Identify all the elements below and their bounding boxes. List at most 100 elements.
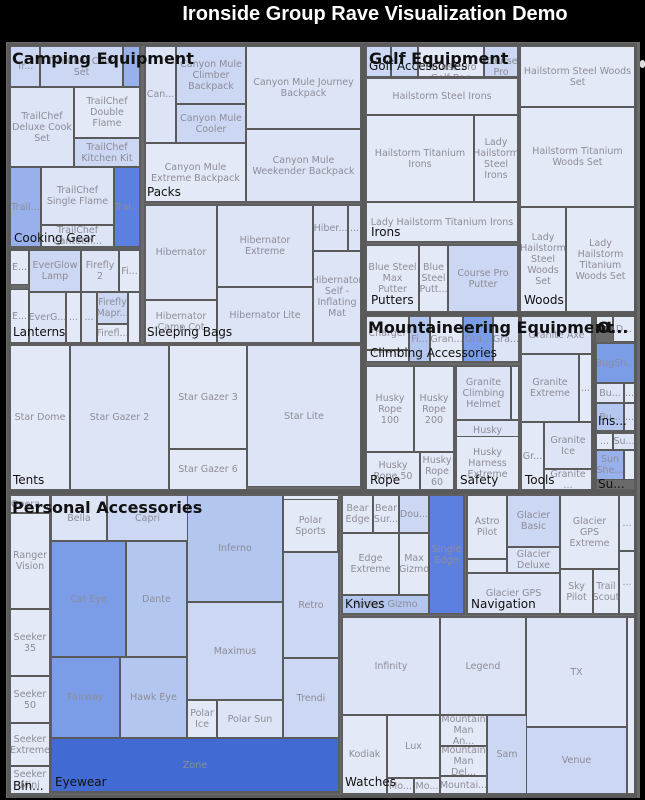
- treemap-cell-bu[interactable]: Bu...: [596, 383, 624, 403]
- treemap-cell-maximus[interactable]: Maximus: [187, 602, 283, 700]
- treemap-cell-granite-axe[interactable]: Granite Axe: [521, 316, 592, 354]
- treemap-cell-glacier-basic[interactable]: Glacier Basic: [507, 495, 560, 547]
- treemap-cell-bear-edge[interactable]: Bear Edge: [342, 495, 373, 533]
- treemap-cell-hibernator[interactable]: Hibernator: [145, 205, 217, 300]
- treemap-cell-canyon-mule-cooler[interactable]: Canyon Mule Cooler: [176, 104, 246, 143]
- treemap-cell-star-dome[interactable]: Star Dome: [10, 345, 70, 490]
- treemap-cell-trailchef-kitchen-kit[interactable]: TrailChef Kitchen Kit: [74, 138, 140, 167]
- treemap-cell-trail[interactable]: Trail...: [10, 167, 41, 247]
- treemap-cell-hailstorm-titanium-irons[interactable]: Hailstorm Titanium Irons: [366, 115, 474, 202]
- treemap-cell-seeker-extreme[interactable]: Seeker Extreme: [10, 723, 50, 766]
- treemap-cell-polar-sports[interactable]: Polar Sports: [283, 499, 338, 552]
- treemap-cell-blank[interactable]: [467, 559, 507, 573]
- treemap-cell-everglow-lamp[interactable]: EverGlow Lamp: [29, 250, 81, 292]
- treemap-cell-fi[interactable]: Fi...: [119, 250, 140, 292]
- treemap-cell-infinity[interactable]: Infinity: [342, 617, 440, 715]
- treemap-cell-gr[interactable]: Gr...: [521, 422, 544, 490]
- treemap-cell-lux[interactable]: Lux: [387, 715, 440, 778]
- treemap-cell-granite[interactable]: Granite ...: [544, 469, 592, 490]
- treemap-cell-hibernator-lite[interactable]: Hibernator Lite: [217, 287, 313, 343]
- treemap-cell-hailstorm-steel-woods-set[interactable]: Hailstorm Steel Woods Set: [520, 46, 635, 107]
- treemap-cell-star-gazer-2[interactable]: Star Gazer 2: [70, 345, 169, 490]
- treemap-cell-star-lite[interactable]: Star Lite: [247, 345, 361, 487]
- treemap-cell-lady-hailstorm-steel-irons[interactable]: Lady Hailstorm Steel Irons: [474, 115, 518, 202]
- treemap-cell-mo[interactable]: Mo...: [414, 778, 440, 794]
- treemap-cell-trailchef-canteen[interactable]: TrailChef Canteen...: [41, 225, 114, 247]
- treemap-cell-husky-harness-extreme[interactable]: Husky Harness Extreme: [456, 436, 519, 490]
- treemap-cell-gra[interactable]: Gra...: [493, 316, 519, 362]
- treemap-cell-hailstorm-steel-irons[interactable]: Hailstorm Steel Irons: [366, 78, 518, 115]
- treemap-cell-blank[interactable]: ...: [624, 383, 635, 403]
- treemap-cell-mountain-man-del[interactable]: Mountain Man Del...: [440, 746, 487, 776]
- treemap-cell-husky-rope-200[interactable]: Husky Rope 200: [414, 366, 454, 452]
- treemap-cell-d[interactable]: D...: [613, 316, 635, 342]
- treemap-cell-dante[interactable]: Dante: [126, 541, 187, 657]
- treemap-cell-trailchef-deluxe-cook-set[interactable]: TrailChef Deluxe Cook Set: [10, 87, 74, 167]
- treemap-cell-zone[interactable]: Zone: [51, 738, 339, 792]
- treemap-cell-dou[interactable]: Dou...: [399, 495, 429, 533]
- treemap-cell-hibernator-camp-cot[interactable]: Hibernator Camp Cot: [145, 300, 217, 343]
- treemap-cell-cat-eye[interactable]: Cat Eye: [51, 541, 126, 657]
- treemap-cell-max-gizmo[interactable]: Max Gizmo: [399, 533, 429, 595]
- treemap-cell-firefl[interactable]: Firefl...: [97, 324, 128, 343]
- treemap-cell-firefly-mapr[interactable]: Firefly Mapr...: [97, 292, 128, 324]
- treemap-cell-canyon-mule-journey-backpack[interactable]: Canyon Mule Journey Backpack: [246, 46, 361, 129]
- treemap-cell-su[interactable]: Su...: [613, 433, 635, 450]
- treemap-cell-firefly-2[interactable]: Firefly 2: [81, 250, 119, 292]
- treemap-cell-lady-hailstorm-steel-woods-set[interactable]: Lady Hailstorm Steel Woods Set: [520, 207, 566, 312]
- treemap-cell-e[interactable]: E...: [10, 289, 29, 343]
- treemap-cell-bu[interactable]: Bu...: [596, 403, 624, 431]
- treemap-cell-gra[interactable]: Gra...: [463, 316, 493, 362]
- treemap-cell-tr[interactable]: Tr...: [10, 46, 40, 87]
- treemap-cell-firefly[interactable]: Firefly ...: [366, 350, 409, 362]
- treemap-cell-trailchef-cook-set[interactable]: TrailChef Cook Set: [40, 46, 123, 87]
- treemap-cell-hailstorm-titanium-woods-set[interactable]: Hailstorm Titanium Woods Set: [520, 107, 635, 207]
- treemap-cell-can[interactable]: Can...: [145, 46, 176, 143]
- treemap-cell-sky-pilot[interactable]: Sky Pilot: [560, 569, 593, 614]
- treemap-cell-single-edge[interactable]: Single Edge: [429, 495, 464, 614]
- treemap-cell-seeker-mini[interactable]: Seeker Mini: [10, 766, 50, 794]
- treemap-cell-sun-she[interactable]: Sun She...: [596, 450, 624, 480]
- treemap-cell-blank[interactable]: [627, 617, 635, 794]
- treemap-cell-capri[interactable]: Capri: [107, 495, 188, 541]
- treemap-cell-polar-ice[interactable]: Polar Ice: [187, 700, 217, 738]
- treemap-cell-husky-rope-60[interactable]: Husky Rope 60: [420, 452, 454, 490]
- treemap-cell-granite-extreme[interactable]: Granite Extreme: [521, 354, 579, 422]
- treemap-cell-blue-steel-putt[interactable]: Blue Steel Putt...: [419, 245, 448, 312]
- treemap-cell-trai[interactable]: Trai...: [114, 167, 140, 247]
- treemap-cell-bear-sur[interactable]: Bear Sur...: [373, 495, 399, 533]
- treemap-cell-husky-rope-50[interactable]: Husky Rope 50: [366, 452, 420, 490]
- treemap-cell-mo[interactable]: Mo...: [387, 778, 414, 794]
- treemap-cell-trendi[interactable]: Trendi: [283, 658, 339, 738]
- treemap-cell-trailchef-single-flame[interactable]: TrailChef Single Flame: [41, 167, 114, 225]
- treemap-cell-granite-climbing-helmet[interactable]: Granite Climbing Helmet: [456, 366, 511, 420]
- treemap-cell-venue[interactable]: Venue: [526, 727, 627, 794]
- treemap-cell-charger[interactable]: Charger: [366, 316, 409, 350]
- treemap-cell-blank[interactable]: [511, 366, 519, 420]
- treemap-cell-legend[interactable]: Legend: [440, 617, 526, 715]
- treemap-cell-everg[interactable]: EverG...: [29, 292, 66, 343]
- treemap-cell-blank[interactable]: ...: [66, 292, 81, 343]
- treemap-cell-blank[interactable]: ...: [624, 403, 635, 431]
- treemap-cell-glacier-gps-extreme[interactable]: Glacier GPS Extreme: [560, 495, 619, 569]
- treemap-cell-hiber[interactable]: Hiber...: [313, 205, 348, 251]
- treemap-cell-star-gazer-3[interactable]: Star Gazer 3: [169, 345, 247, 449]
- treemap-cell-hibernator-extreme[interactable]: Hibernator Extreme: [217, 205, 313, 287]
- treemap-cell-blank[interactable]: [624, 450, 635, 480]
- treemap-cell-canyon-mule-climber-backpack[interactable]: Canyon Mule Climber Backpack: [176, 46, 246, 104]
- treemap-cell-fi[interactable]: Fi...: [409, 316, 430, 362]
- treemap-cell-mountain-man-an[interactable]: Mountain Man An...: [440, 715, 487, 746]
- treemap-cell-sam[interactable]: Sam: [487, 715, 527, 794]
- treemap-cell-course-pro-putter[interactable]: Course Pro Putter: [448, 245, 518, 312]
- treemap-cell-hawk-eye[interactable]: Hawk Eye: [120, 657, 187, 738]
- treemap-cell-blank[interactable]: ...: [619, 495, 635, 551]
- treemap-cell-blank[interactable]: ...: [579, 354, 592, 422]
- treemap-cell-lady-hailstorm-titanium-irons[interactable]: Lady Hailstorm Titanium Irons: [366, 202, 518, 242]
- treemap-cell-hibernator-self-inflating-mat[interactable]: Hibernator Self - Inflating Mat: [313, 251, 361, 343]
- treemap-cell-star-gazer-6[interactable]: Star Gazer 6: [169, 449, 247, 490]
- treemap-cell-seeker-50[interactable]: Seeker 50: [10, 676, 50, 723]
- treemap-cell-blank[interactable]: [128, 292, 140, 343]
- treemap-cell-trail-scout[interactable]: Trail Scout: [593, 569, 619, 614]
- treemap-cell-tx[interactable]: TX: [526, 617, 627, 727]
- treemap-cell-astro-pilot[interactable]: Astro Pilot: [467, 495, 507, 559]
